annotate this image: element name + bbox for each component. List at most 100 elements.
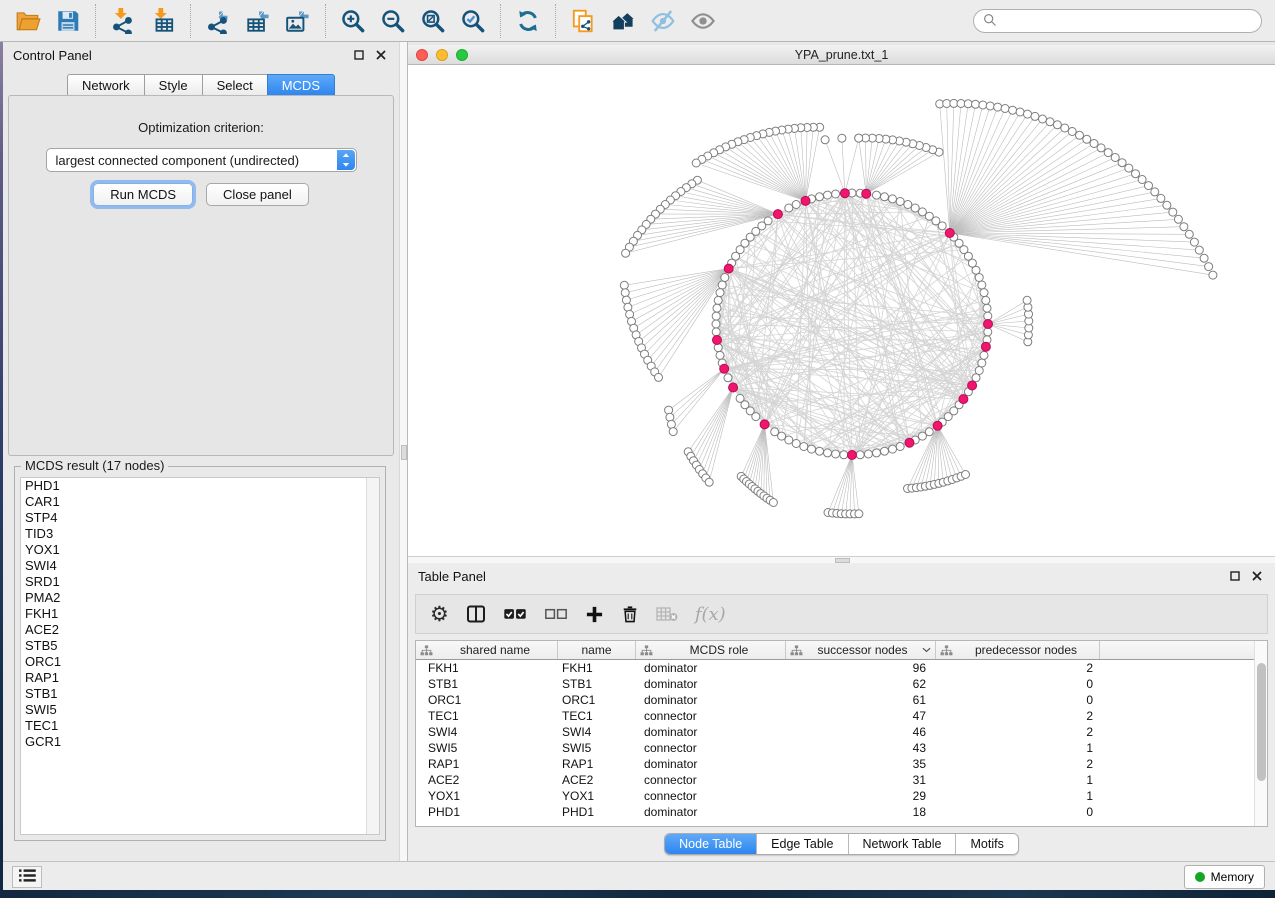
cell-predecessor-nodes[interactable]: 2 (936, 757, 1100, 771)
network-node[interactable] (778, 432, 786, 440)
export-image-button[interactable] (280, 4, 316, 38)
cell-name[interactable]: TEC1 (558, 709, 636, 723)
network-node[interactable] (1009, 106, 1017, 114)
network-node[interactable] (1163, 201, 1171, 209)
table-row[interactable]: SWI5SWI5connector431 (416, 740, 1267, 756)
cell-mcds-role[interactable]: dominator (636, 757, 786, 771)
cell-shared-name[interactable]: RAP1 (416, 757, 558, 771)
network-node[interactable] (1138, 176, 1146, 184)
network-node[interactable] (972, 374, 980, 382)
task-history-button[interactable] (12, 866, 42, 888)
network-node[interactable] (712, 312, 720, 320)
network-node[interactable] (881, 447, 889, 455)
cell-predecessor-nodes[interactable]: 1 (936, 773, 1100, 787)
cell-shared-name[interactable]: SWI4 (416, 725, 558, 739)
mcds-result-item[interactable]: FKH1 (21, 606, 379, 622)
network-node[interactable] (712, 320, 720, 328)
cell-shared-name[interactable]: FKH1 (416, 661, 558, 675)
search-box[interactable] (973, 9, 1262, 33)
tab-motifs[interactable]: Motifs (956, 834, 1017, 854)
table-row[interactable]: SWI4SWI4dominator462 (416, 724, 1267, 740)
cell-shared-name[interactable]: STB1 (416, 677, 558, 691)
tab-network-table[interactable]: Network Table (849, 834, 957, 854)
network-node[interactable] (1061, 124, 1069, 132)
run-mcds-button[interactable]: Run MCDS (93, 183, 193, 206)
network-node[interactable] (1016, 108, 1024, 116)
network-node[interactable] (1111, 154, 1119, 162)
network-node[interactable] (1205, 263, 1213, 271)
cell-successor-nodes[interactable]: 29 (786, 789, 936, 803)
dominator-node[interactable] (773, 210, 782, 219)
network-node[interactable] (824, 449, 832, 457)
network-node[interactable] (665, 406, 673, 414)
mcds-result-item[interactable]: YOX1 (21, 542, 379, 558)
cell-name[interactable]: STB1 (558, 677, 636, 691)
network-node[interactable] (1157, 194, 1165, 202)
refresh-button[interactable] (510, 4, 546, 38)
open-file-button[interactable] (10, 4, 46, 38)
hide-selected-button[interactable] (645, 4, 681, 38)
close-panel-button[interactable]: Close panel (206, 183, 309, 206)
mcds-result-item[interactable]: TEC1 (21, 718, 379, 734)
column-menu-chevron-icon[interactable] (922, 647, 931, 653)
cell-successor-nodes[interactable]: 43 (786, 741, 936, 755)
network-node[interactable] (769, 499, 777, 507)
mcds-result-item[interactable]: SRD1 (21, 574, 379, 590)
network-node[interactable] (873, 449, 881, 457)
delete-button[interactable] (621, 599, 639, 629)
mcds-result-item[interactable]: SWI4 (21, 558, 379, 574)
cell-predecessor-nodes[interactable]: 1 (936, 789, 1100, 803)
network-node[interactable] (911, 204, 919, 212)
vertical-splitter[interactable] (399, 42, 408, 861)
table-row[interactable]: ACE2ACE2connector311 (416, 772, 1267, 788)
network-node[interactable] (1145, 182, 1153, 190)
network-node[interactable] (824, 191, 832, 199)
mcds-result-item[interactable]: CAR1 (21, 494, 379, 510)
network-node[interactable] (856, 451, 864, 459)
network-node[interactable] (816, 447, 824, 455)
network-node[interactable] (1200, 254, 1208, 262)
tab-edge-table[interactable]: Edge Table (757, 834, 848, 854)
network-node[interactable] (873, 191, 881, 199)
network-node[interactable] (1174, 215, 1182, 223)
mcds-result-item[interactable]: ORC1 (21, 654, 379, 670)
table-row[interactable]: RAP1RAP1dominator352 (416, 756, 1267, 772)
network-node[interactable] (881, 193, 889, 201)
cell-mcds-role[interactable]: dominator (636, 693, 786, 707)
table-row[interactable]: PHD1PHD1dominator180 (416, 804, 1267, 820)
cell-predecessor-nodes[interactable]: 1 (936, 741, 1100, 755)
dominator-node[interactable] (760, 420, 769, 429)
network-node[interactable] (972, 100, 980, 108)
float-panel-icon[interactable] (1227, 568, 1243, 584)
network-node[interactable] (986, 102, 994, 110)
network-node[interactable] (889, 445, 897, 453)
mcds-result-item[interactable]: STB1 (21, 686, 379, 702)
network-node[interactable] (621, 289, 629, 297)
tab-style[interactable]: Style (144, 74, 202, 96)
cell-successor-nodes[interactable]: 62 (786, 677, 936, 691)
import-table-button[interactable] (145, 4, 181, 38)
network-node[interactable] (705, 478, 713, 486)
network-node[interactable] (975, 367, 983, 375)
cell-name[interactable]: SWI5 (558, 741, 636, 755)
cell-mcds-role[interactable]: connector (636, 789, 786, 803)
dominator-node[interactable] (905, 438, 914, 447)
network-node[interactable] (1024, 110, 1032, 118)
network-node[interactable] (800, 443, 808, 451)
cell-successor-nodes[interactable]: 35 (786, 757, 936, 771)
scrollbar-thumb[interactable] (1257, 663, 1266, 781)
network-node[interactable] (1068, 128, 1076, 136)
cell-predecessor-nodes[interactable]: 2 (936, 709, 1100, 723)
network-node[interactable] (724, 374, 732, 382)
tab-mcds[interactable]: MCDS (267, 74, 335, 96)
column-header-successor-nodes[interactable]: successor nodes (786, 641, 936, 659)
cell-mcds-role[interactable]: connector (636, 741, 786, 755)
network-node[interactable] (918, 208, 926, 216)
search-input[interactable] (1002, 11, 1261, 31)
cell-successor-nodes[interactable]: 18 (786, 805, 936, 819)
network-node[interactable] (889, 195, 897, 203)
column-header-predecessor-nodes[interactable]: predecessor nodes (936, 641, 1100, 659)
cell-shared-name[interactable]: ACE2 (416, 773, 558, 787)
mcds-result-list[interactable]: PHD1CAR1STP4TID3YOX1SWI4SRD1PMA2FKH1ACE2… (20, 477, 380, 835)
cell-name[interactable]: ACE2 (558, 773, 636, 787)
